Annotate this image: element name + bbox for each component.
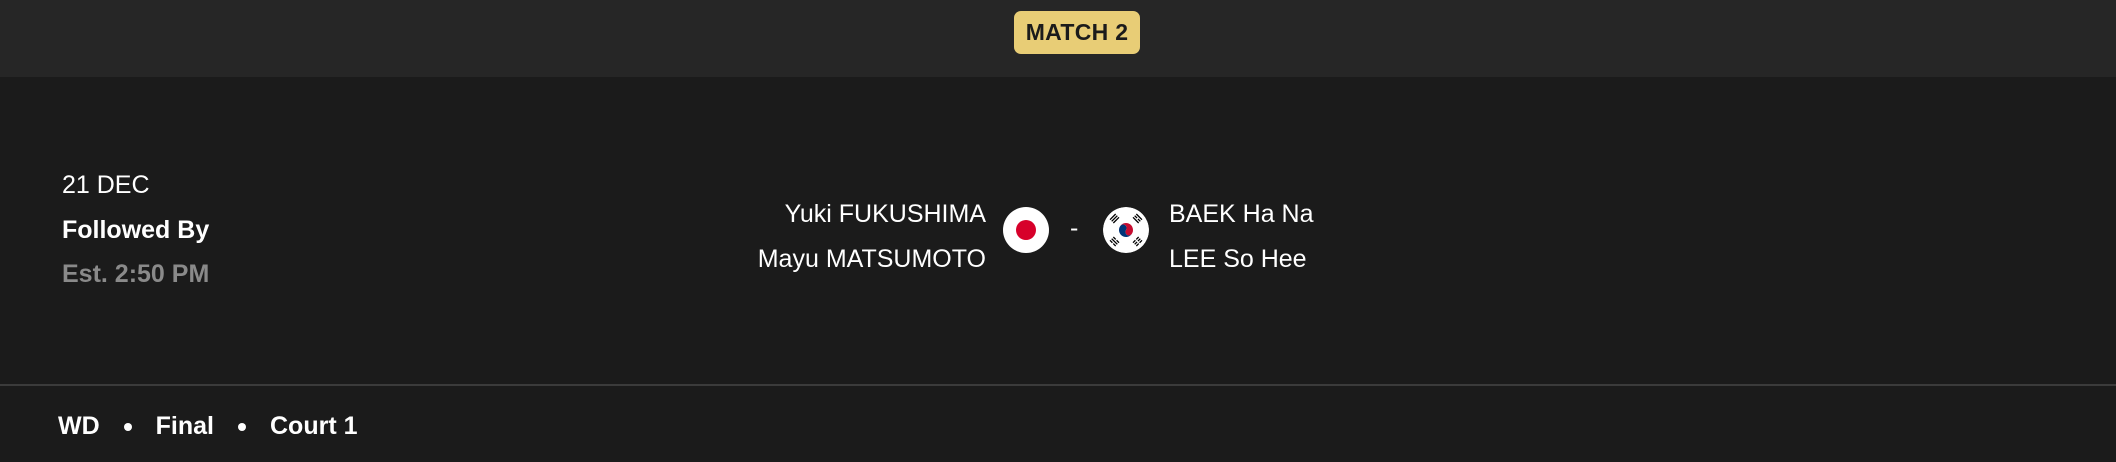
header-bar: MATCH 2 [0, 0, 2116, 77]
right-player-1: BAEK Ha Na [1169, 200, 1314, 228]
estimated-time: Est. 2:50 PM [62, 260, 210, 288]
followed-by-label: Followed By [62, 216, 210, 244]
match-date: 21 DEC [62, 171, 150, 199]
event-category: WD [58, 412, 100, 440]
japan-flag-icon [1003, 207, 1049, 253]
match-number-badge: MATCH 2 [1014, 11, 1140, 54]
bullet-separator [238, 422, 246, 431]
bullet-separator [123, 422, 132, 431]
left-player-1: Yuki FUKUSHIMA [784, 200, 986, 228]
court-name: Court 1 [270, 412, 358, 440]
left-team: Yuki FUKUSHIMA Mayu MATSUMOTO [758, 192, 986, 282]
right-team: BAEK Ha Na LEE So Hee [1169, 192, 1314, 282]
footer-divider [0, 384, 2116, 386]
versus-separator: - [1070, 214, 1079, 242]
left-player-2: Mayu MATSUMOTO [757, 245, 986, 273]
match-card[interactable]: 21 DEC Followed By Est. 2:50 PM Yuki FUK… [0, 77, 2116, 385]
match-details: WD Final Court 1 [58, 412, 358, 441]
right-player-2: LEE So Hee [1169, 245, 1307, 273]
south-korea-flag-icon [1103, 207, 1149, 253]
match-round: Final [155, 412, 214, 440]
